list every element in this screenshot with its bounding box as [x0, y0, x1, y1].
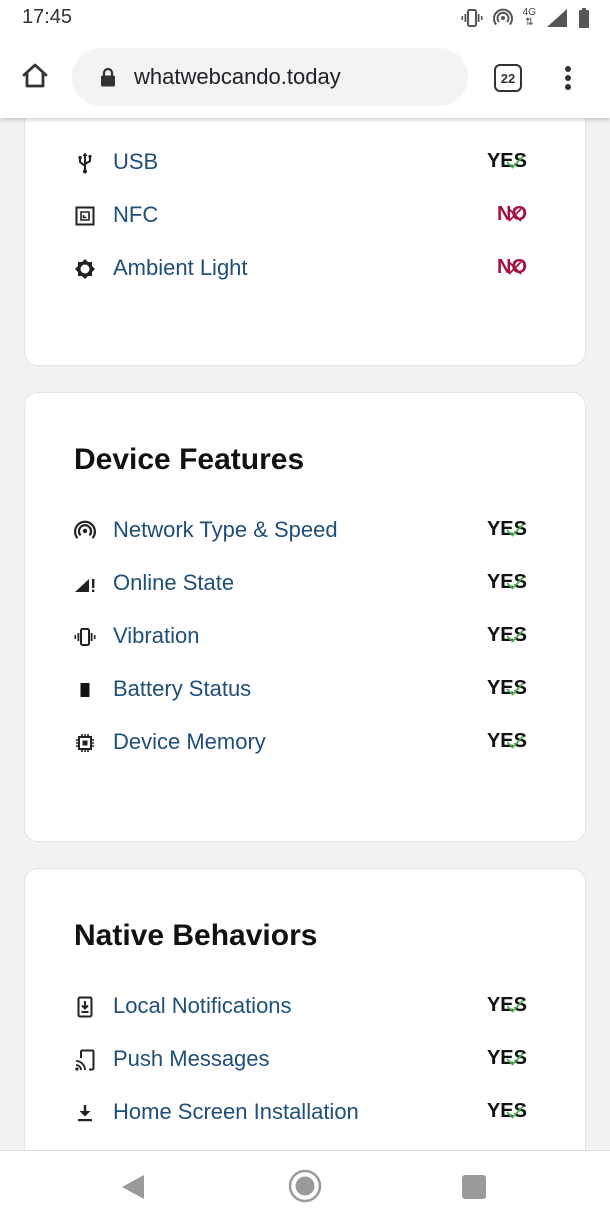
check-icon [505, 732, 525, 752]
cross-icon [505, 258, 525, 278]
check-icon [505, 520, 525, 540]
home-icon [21, 62, 49, 92]
usb-icon [73, 151, 97, 175]
battery-icon [73, 678, 97, 702]
check-icon [505, 626, 525, 646]
lock-icon [98, 66, 118, 88]
notification-phone-icon [73, 995, 97, 1019]
feature-label[interactable]: Local Notifications [113, 993, 292, 1019]
battery-icon [578, 8, 590, 28]
status-bar: 17:45 4G ⇅ [0, 0, 610, 38]
signal-icon [546, 8, 568, 28]
back-icon[interactable] [120, 1173, 146, 1205]
home-circle-icon[interactable] [288, 1169, 322, 1207]
card-device-features: Device Features Network Type & Speed YES… [24, 392, 586, 842]
home-button[interactable] [18, 60, 52, 94]
check-icon [505, 573, 525, 593]
status-time: 17:45 [22, 6, 73, 28]
more-vert-icon[interactable] [556, 62, 580, 94]
browser-toolbar: whatwebcando.today 22 [0, 38, 610, 118]
section-title: Device Features [74, 443, 305, 476]
page-content[interactable]: USB YES NFC NO Ambient Light NO Device F… [0, 118, 610, 1150]
url-text: whatwebcando.today [134, 64, 341, 89]
feature-label[interactable]: Ambient Light [113, 255, 248, 281]
hotspot-icon [73, 519, 97, 543]
feature-label[interactable]: Battery Status [113, 676, 251, 702]
tabs-button[interactable]: 22 [494, 64, 522, 92]
cast-phone-icon [73, 1048, 97, 1072]
list-item[interactable]: NFC NO [25, 196, 587, 236]
list-item[interactable]: Online State YES [25, 564, 587, 604]
menu-dot [565, 66, 571, 72]
check-icon [505, 679, 525, 699]
brightness-icon [73, 257, 97, 281]
feature-label[interactable]: Network Type & Speed [113, 517, 338, 543]
url-bar[interactable]: whatwebcando.today [72, 48, 468, 106]
feature-label[interactable]: Device Memory [113, 729, 266, 755]
list-item[interactable]: Push Messages YES [25, 1040, 587, 1080]
nfc-icon [73, 204, 97, 228]
menu-dot [565, 84, 571, 90]
check-icon [505, 996, 525, 1016]
list-item[interactable]: Vibration YES [25, 617, 587, 657]
check-icon [505, 1102, 525, 1122]
check-icon [505, 1049, 525, 1069]
list-item[interactable]: Home Screen Installation YES [25, 1093, 587, 1133]
menu-dot [565, 75, 571, 81]
tab-count: 22 [500, 70, 516, 86]
feature-label[interactable]: Vibration [113, 623, 199, 649]
section-title: Native Behaviors [74, 919, 318, 952]
vibrate-icon [461, 9, 483, 27]
list-item[interactable]: Local Notifications YES [25, 987, 587, 1027]
check-icon [505, 152, 525, 172]
data-arrows-icon: ⇅ [525, 17, 534, 28]
signal-alert-icon [73, 572, 97, 596]
feature-label[interactable]: USB [113, 149, 158, 175]
status-icons: 4G ⇅ [461, 6, 590, 30]
feature-label[interactable]: Push Messages [113, 1046, 270, 1072]
feature-label[interactable]: Online State [113, 570, 234, 596]
list-item[interactable]: Battery Status YES [25, 670, 587, 710]
card-native-behaviors: Native Behaviors Local Notifications YES… [24, 868, 586, 1150]
list-item[interactable]: Device Memory YES [25, 723, 587, 763]
list-item[interactable]: USB YES [25, 143, 587, 183]
feature-label[interactable]: Home Screen Installation [113, 1099, 359, 1125]
recents-icon[interactable] [462, 1175, 486, 1199]
download-icon [73, 1101, 97, 1125]
cross-icon [505, 205, 525, 225]
hotspot-icon [492, 8, 513, 28]
list-item[interactable]: Network Type & Speed YES [25, 511, 587, 551]
navigation-bar [0, 1150, 610, 1220]
vibration-icon [73, 625, 97, 649]
memory-chip-icon [73, 731, 97, 755]
network-4g-icon: 4G ⇅ [523, 8, 536, 28]
card-sensors: USB YES NFC NO Ambient Light NO [24, 118, 586, 366]
feature-label[interactable]: NFC [113, 202, 158, 228]
list-item[interactable]: Ambient Light NO [25, 249, 587, 289]
